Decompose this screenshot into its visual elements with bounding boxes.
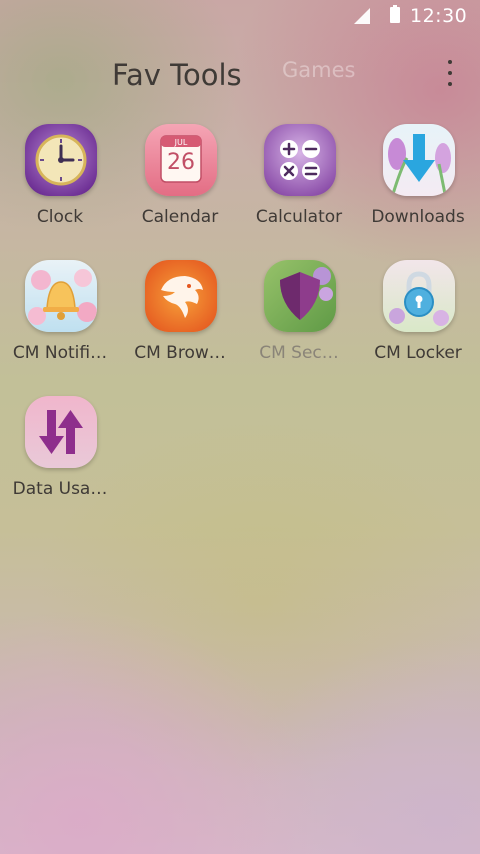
folder-tabs: Fav Tools Games [0, 52, 480, 102]
app-cm-locker[interactable]: CM Locker [358, 260, 478, 380]
calendar-icon: JUL 26 [145, 124, 217, 196]
data-usage-icon [25, 396, 97, 468]
calendar-month: JUL [174, 138, 188, 147]
status-time: 12:30 [410, 5, 468, 27]
app-cm-browser[interactable]: CM Brow… [120, 260, 240, 380]
tab-games[interactable]: Games [282, 58, 355, 82]
lock-icon [383, 260, 455, 332]
app-label: CM Brow… [134, 343, 226, 363]
signal-icon [354, 8, 370, 24]
clock-icon [25, 124, 97, 196]
app-label: Data Usa… [12, 479, 108, 499]
app-calendar[interactable]: JUL 26 Calendar [120, 124, 240, 244]
app-calculator[interactable]: Calculator [239, 124, 359, 244]
app-label: Calendar [141, 207, 219, 227]
tab-fav-tools[interactable]: Fav Tools [112, 58, 242, 92]
download-icon [383, 124, 455, 196]
app-cm-security[interactable]: CM Sec… [239, 260, 359, 380]
battery-icon [390, 5, 400, 23]
calculator-icon [264, 124, 336, 196]
app-data-usage[interactable]: Data Usa… [0, 396, 120, 516]
app-label: Downloads [371, 207, 465, 227]
status-bar: 12:30 [0, 0, 480, 34]
app-cm-notifi[interactable]: CM Notifi… [0, 260, 120, 380]
app-label: Clock [36, 207, 84, 227]
app-label: CM Notifi… [12, 343, 108, 363]
bell-icon [25, 260, 97, 332]
calendar-day: 26 [167, 150, 195, 175]
app-label: CM Locker [374, 343, 462, 363]
app-downloads[interactable]: Downloads [358, 124, 478, 244]
app-label: CM Sec… [259, 343, 339, 363]
app-clock[interactable]: Clock [0, 124, 120, 244]
app-label: Calculator [255, 207, 343, 227]
overflow-menu-icon[interactable] [442, 56, 458, 92]
browser-icon [145, 260, 217, 332]
shield-icon [264, 260, 336, 332]
